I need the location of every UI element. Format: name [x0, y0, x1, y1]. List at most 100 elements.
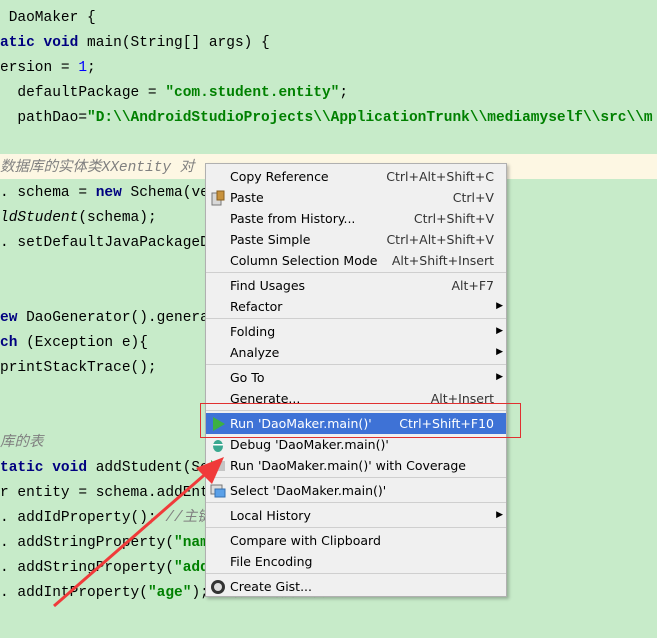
submenu-arrow-icon: ▶	[496, 301, 503, 311]
menu-item-column-selection-mode[interactable]: Column Selection Mode Alt+Shift+Insert	[206, 250, 506, 271]
code-token: . setDefaultJavaPackageDao(	[0, 235, 235, 251]
code-token: addStudent(Sch	[87, 460, 218, 476]
menu-item-label: Paste	[230, 190, 264, 205]
code-token: DaoMaker {	[0, 10, 96, 26]
menu-separator	[206, 272, 506, 273]
code-line: DaoMaker {	[0, 6, 96, 31]
menu-item-compare-with-clipboard[interactable]: Compare with Clipboard	[206, 530, 506, 551]
menu-item-label: Run 'DaoMaker.main()'	[230, 416, 372, 431]
menu-item-label: Compare with Clipboard	[230, 533, 381, 548]
menu-item-create-gist[interactable]: Create Gist...	[206, 576, 506, 597]
menu-item-generate[interactable]: Generate... Alt+Insert	[206, 388, 506, 409]
code-token: . addIntProperty(	[0, 585, 148, 601]
menu-item-paste-from-history[interactable]: Paste from History... Ctrl+Shift+V	[206, 208, 506, 229]
menu-separator	[206, 318, 506, 319]
code-line: . addIdProperty(); //主键是	[0, 506, 226, 531]
menu-item-run-daomaker-main-with-coverage[interactable]: Run 'DaoMaker.main()' with Coverage	[206, 455, 506, 476]
code-line: pathDao="D:\\AndroidStudioProjects\\Appl…	[0, 106, 653, 131]
menu-item-go-to[interactable]: Go To ▶	[206, 367, 506, 388]
menu-item-copy-reference[interactable]: Copy Reference Ctrl+Alt+Shift+C	[206, 166, 506, 187]
code-token: (Exception e){	[17, 335, 148, 351]
code-line: printStackTrace();	[0, 356, 157, 381]
menu-item-label: Local History	[230, 508, 311, 523]
code-token: "age"	[147, 585, 192, 601]
menu-item-label: Column Selection Mode	[230, 253, 378, 268]
code-token: defaultPackage =	[0, 85, 166, 101]
menu-item-label: Create Gist...	[230, 579, 313, 594]
menu-item-label: Folding	[230, 324, 276, 339]
menu-item-label: Select 'DaoMaker.main()'	[230, 483, 387, 498]
menu-item-local-history[interactable]: Local History ▶	[206, 505, 506, 526]
code-token: . addIdProperty();	[0, 510, 166, 526]
menu-item-label: Run 'DaoMaker.main()' with Coverage	[230, 458, 466, 473]
menu-item-file-encoding[interactable]: File Encoding	[206, 551, 506, 572]
menu-item-label: Copy Reference	[230, 169, 329, 184]
code-token: r entity = schema.addEntity	[0, 485, 235, 501]
code-line: defaultPackage = "com.student.entity";	[0, 81, 348, 106]
code-token: ldStudent	[0, 210, 79, 226]
code-token: ch	[0, 335, 18, 351]
code-token: ;	[87, 60, 96, 76]
code-token: DaoGenerator().generate	[17, 310, 227, 326]
code-line: ersion = 1;	[0, 56, 96, 81]
menu-item-analyze[interactable]: Analyze ▶	[206, 342, 506, 363]
menu-item-label: Find Usages	[230, 278, 306, 293]
code-token: new	[95, 185, 122, 201]
menu-item-shortcut: Alt+Insert	[430, 391, 494, 406]
code-line: r entity = schema.addEntity	[0, 481, 235, 506]
code-line: . addStringProperty("addre	[0, 556, 226, 581]
code-token: 1	[78, 60, 88, 76]
menu-separator	[206, 573, 506, 574]
submenu-arrow-icon: ▶	[496, 510, 503, 520]
submenu-arrow-icon: ▶	[496, 372, 503, 382]
menu-separator	[206, 364, 506, 365]
menu-separator	[206, 527, 506, 528]
code-token: 库的表	[0, 435, 44, 451]
code-line: . addStringProperty("name"	[0, 531, 226, 556]
submenu-arrow-icon: ▶	[496, 326, 503, 336]
code-token: atic void	[0, 35, 79, 51]
code-token: tatic void	[0, 460, 88, 476]
code-token: ;	[339, 85, 349, 101]
menu-item-paste-simple[interactable]: Paste Simple Ctrl+Alt+Shift+V	[206, 229, 506, 250]
menu-item-run-daomaker-main[interactable]: Run 'DaoMaker.main()' Ctrl+Shift+F10	[206, 413, 506, 434]
menu-item-label: Paste Simple	[230, 232, 311, 247]
context-menu: Copy Reference Ctrl+Alt+Shift+C Paste Ctrl+…	[205, 163, 507, 597]
code-token: . addStringProperty(	[0, 560, 175, 576]
code-line: 数据库的实体类XXentity 对	[0, 156, 194, 181]
code-token: 数据库的实体类XXentity 对	[0, 160, 195, 176]
menu-item-shortcut: Alt+Shift+Insert	[391, 253, 494, 268]
menu-item-label: Analyze	[230, 345, 280, 360]
code-token: . schema =	[0, 185, 96, 201]
menu-item-shortcut: Ctrl+Shift+F10	[399, 416, 494, 431]
code-token: "D:\\AndroidStudioProjects\\ApplicationT…	[87, 110, 653, 126]
code-token: "com.student.entity"	[165, 85, 340, 101]
menu-item-shortcut: Ctrl+V	[452, 190, 494, 205]
menu-item-label: Refactor	[230, 299, 283, 314]
menu-item-refactor[interactable]: Refactor ▶	[206, 296, 506, 317]
menu-item-find-usages[interactable]: Find Usages Alt+F7	[206, 275, 506, 296]
menu-item-shortcut: Ctrl+Shift+V	[413, 211, 494, 226]
menu-item-shortcut: Ctrl+Alt+Shift+C	[386, 169, 494, 184]
menu-item-select-daomaker-main[interactable]: Select 'DaoMaker.main()'	[206, 480, 506, 501]
code-line: ch (Exception e){	[0, 331, 148, 356]
code-line: 库的表	[0, 431, 44, 456]
code-token: (schema);	[78, 210, 157, 226]
code-token: ew	[0, 310, 18, 326]
menu-item-folding[interactable]: Folding ▶	[206, 321, 506, 342]
menu-item-label: Debug 'DaoMaker.main()'	[230, 437, 389, 452]
code-token: . addStringProperty(	[0, 535, 175, 551]
menu-item-paste[interactable]: Paste Ctrl+V	[206, 187, 506, 208]
code-token: main(String[] args) {	[78, 35, 270, 51]
menu-item-debug-daomaker-main[interactable]: Debug 'DaoMaker.main()'	[206, 434, 506, 455]
menu-item-label: Paste from History...	[230, 211, 356, 226]
menu-item-label: File Encoding	[230, 554, 313, 569]
submenu-arrow-icon: ▶	[496, 347, 503, 357]
menu-item-label: Generate...	[230, 391, 301, 406]
menu-separator	[206, 502, 506, 503]
menu-item-shortcut: Ctrl+Alt+Shift+V	[386, 232, 494, 247]
code-line: . schema = new Schema(vers	[0, 181, 226, 206]
menu-item-shortcut: Alt+F7	[451, 278, 494, 293]
code-line: atic void main(String[] args) {	[0, 31, 270, 56]
menu-separator	[206, 410, 506, 411]
